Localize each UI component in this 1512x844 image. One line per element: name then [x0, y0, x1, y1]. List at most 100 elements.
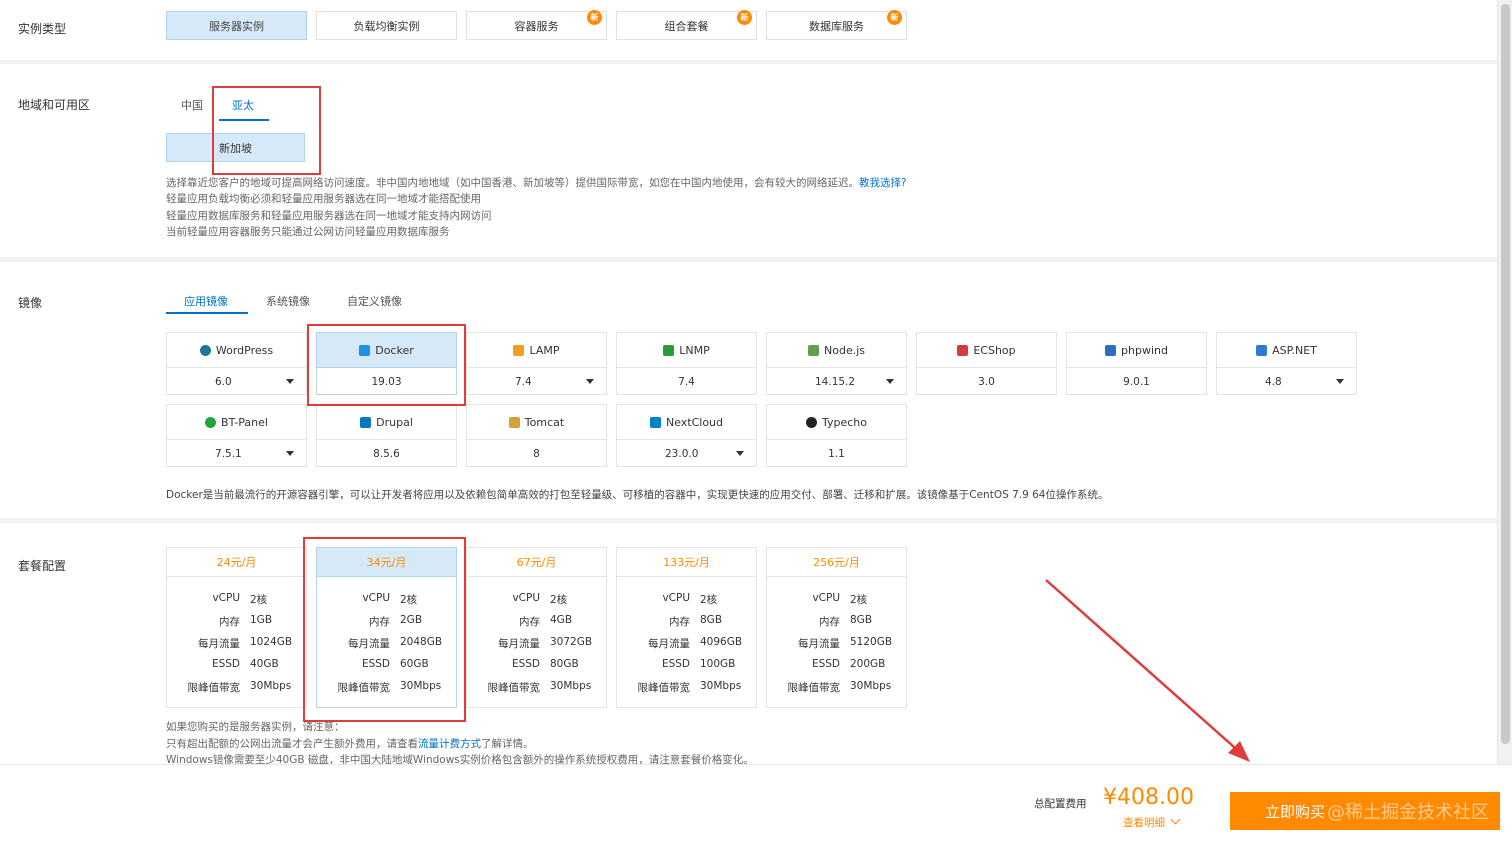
instance-type-button-2[interactable]: 容器服务 新	[466, 10, 607, 40]
plan-card-2[interactable]: 67元/月 vCPU 2核 内存 4GB 每月流量 3072GB ESSD 80GB 限峰值带宽 3…	[466, 547, 607, 708]
image-card-lamp[interactable]: LAMP 7.4	[466, 332, 607, 395]
image-card-nextcloud[interactable]: NextCloud 23.0.0	[616, 404, 757, 467]
instance-type-button-4[interactable]: 数据库服务 新	[766, 10, 907, 40]
image-version-select[interactable]: 14.15.2	[767, 368, 906, 395]
image-version-select[interactable]: 8	[467, 440, 606, 467]
aspnet-icon	[1256, 344, 1268, 356]
image-card-aspnet[interactable]: ASP.NET 4.8	[1216, 332, 1357, 395]
tab-system-image[interactable]: 系统镜像	[266, 293, 310, 309]
plan-spec-key: 每月流量	[498, 638, 540, 650]
image-version-select[interactable]: 9.0.1	[1067, 368, 1206, 395]
instance-type-button-1[interactable]: 负载均衡实例	[316, 11, 457, 40]
image-card-title[interactable]: LAMP	[467, 333, 606, 368]
image-card-phpwind[interactable]: phpwind 9.0.1	[1066, 332, 1207, 395]
image-version-select[interactable]: 3.0	[917, 368, 1056, 395]
region-tab-china[interactable]: 中国	[181, 97, 203, 113]
image-card-typecho[interactable]: Typecho 1.1	[766, 404, 907, 467]
caret-down-icon[interactable]	[1336, 379, 1344, 384]
region-tab-underline	[219, 119, 269, 121]
image-version-select[interactable]: 7.4	[617, 368, 756, 395]
image-card-ecshop[interactable]: ECShop 3.0	[916, 332, 1057, 395]
image-card-title[interactable]: Tomcat	[467, 405, 606, 440]
image-version: 23.0.0	[665, 447, 699, 460]
image-card-tomcat[interactable]: Tomcat 8	[466, 404, 607, 467]
page-scrollbar[interactable]	[1497, 0, 1512, 764]
image-card-title[interactable]: LNMP	[617, 333, 756, 368]
region-singapore-button[interactable]: 新加坡	[166, 133, 305, 162]
image-version-select[interactable]: 7.4	[467, 368, 606, 395]
image-card-title[interactable]: ASP.NET	[1217, 333, 1356, 368]
region-note-1-text: 选择靠近您客户的地域可提高网络访问速度。非中国内地地域（如中国香港、新加坡等）提…	[166, 177, 859, 189]
view-detail-link[interactable]: 查看明细	[1123, 814, 1181, 830]
plan-spec-key: 限峰值带宽	[637, 682, 691, 694]
total-fee-value: ¥408.00	[1103, 785, 1194, 810]
tab-app-image[interactable]: 应用镜像	[184, 293, 228, 309]
plan-spec-value: 2核	[400, 594, 418, 606]
image-version-select[interactable]: 23.0.0	[617, 440, 756, 467]
help-choose-link[interactable]: 教我选择?	[859, 177, 907, 189]
region-tab-asia-pacific[interactable]: 亚太	[232, 97, 254, 113]
image-card-title[interactable]: NextCloud	[617, 405, 756, 440]
image-card-title[interactable]: ECShop	[917, 333, 1056, 368]
watermark-text: @稀土掘金技术社区	[1327, 802, 1489, 823]
caret-down-icon[interactable]	[286, 379, 294, 384]
scrollbar-thumb[interactable]	[1501, 4, 1510, 744]
plan-spec-value: 60GB	[400, 658, 429, 670]
image-card-wordpress[interactable]: WordPress 6.0	[166, 332, 307, 395]
plan-spec-key: ESSD	[361, 658, 390, 670]
traffic-billing-link[interactable]: 流量计费方式	[418, 738, 481, 750]
image-version-select[interactable]: 1.1	[767, 440, 906, 467]
image-version-select[interactable]: 8.5.6	[317, 440, 456, 467]
image-name: LAMP	[529, 343, 560, 357]
image-version: 9.0.1	[1123, 375, 1150, 388]
plan-note-2: 只有超出配额的公网出流量才会产生额外费用，请查看流量计费方式了解详情。	[166, 736, 534, 751]
plan-spec-value: 2核	[850, 594, 868, 606]
wordpress-icon	[199, 344, 211, 356]
image-card-btpanel[interactable]: BT-Panel 7.5.1	[166, 404, 307, 467]
image-card-docker[interactable]: Docker 19.03	[316, 332, 457, 395]
plan-card-4[interactable]: 256元/月 vCPU 2核 内存 8GB 每月流量 5120GB ESSD 200GB 限峰值带…	[766, 547, 907, 708]
image-version: 6.0	[215, 375, 232, 388]
plan-spec-key: ESSD	[811, 658, 840, 670]
plan-spec-key: vCPU	[512, 592, 540, 604]
caret-down-icon[interactable]	[286, 451, 294, 456]
tab-custom-image[interactable]: 自定义镜像	[347, 293, 402, 309]
plan-spec-key: 每月流量	[648, 638, 690, 650]
instance-type-label-0: 服务器实例	[209, 19, 264, 33]
image-card-title[interactable]: phpwind	[1067, 333, 1206, 368]
image-name: ECShop	[973, 343, 1016, 357]
caret-down-icon[interactable]	[586, 379, 594, 384]
image-card-title[interactable]: Docker	[317, 333, 456, 368]
image-version-select[interactable]: 4.8	[1217, 368, 1356, 395]
caret-down-icon[interactable]	[886, 379, 894, 384]
image-card-nodejs[interactable]: Node.js 14.15.2	[766, 332, 907, 395]
image-card-title[interactable]: Drupal	[317, 405, 456, 440]
plan-spec-value: 2核	[250, 594, 268, 606]
plan-card-0[interactable]: 24元/月 vCPU 2核 内存 1GB 每月流量 1024GB ESSD 40GB 限峰值带宽 3…	[166, 547, 307, 708]
image-version-select[interactable]: 19.03	[317, 368, 456, 395]
plan-note-1: 如果您购买的是服务器实例，请注意：	[166, 721, 345, 733]
caret-down-icon[interactable]	[736, 451, 744, 456]
image-card-title[interactable]: Node.js	[767, 333, 906, 368]
plan-spec-key: 限峰值带宽	[787, 682, 841, 694]
image-card-drupal[interactable]: Drupal 8.5.6	[316, 404, 457, 467]
instance-type-button-3[interactable]: 组合套餐 新	[616, 10, 757, 40]
plan-spec-value: 30Mbps	[400, 680, 442, 692]
plan-card-3[interactable]: 133元/月 vCPU 2核 内存 8GB 每月流量 4096GB ESSD 100GB 限峰值带…	[616, 547, 757, 708]
plan-spec-key: ESSD	[511, 658, 540, 670]
image-card-title[interactable]: WordPress	[167, 333, 306, 368]
plan-spec-value: 8GB	[700, 614, 723, 626]
total-fee-label: 总配置费用	[1034, 798, 1087, 810]
image-card-lnmp[interactable]: LNMP 7.4	[616, 332, 757, 395]
image-version: 4.8	[1265, 375, 1282, 388]
footer-bar: 总配置费用 ¥408.00 查看明细 立即购买 @稀土掘金技术社区	[0, 764, 1512, 844]
instance-type-button-0[interactable]: 服务器实例	[166, 11, 307, 40]
image-version-select[interactable]: 6.0	[167, 368, 306, 395]
image-name: Tomcat	[524, 415, 565, 429]
image-version: 1.1	[828, 447, 845, 460]
plan-note-2-pre: 只有超出配额的公网出流量才会产生额外费用，请查看	[166, 738, 418, 750]
image-card-title[interactable]: Typecho	[767, 405, 906, 440]
image-version-select[interactable]: 7.5.1	[167, 440, 306, 467]
plan-card-1[interactable]: 34元/月 vCPU 2核 内存 2GB 每月流量 2048GB ESSD 60GB 限峰值带宽 3…	[316, 547, 457, 708]
image-card-title[interactable]: BT-Panel	[167, 405, 306, 440]
